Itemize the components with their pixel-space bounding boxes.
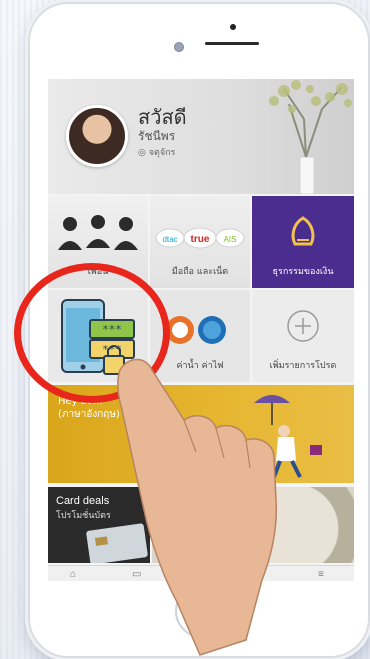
earpiece-speaker — [205, 42, 259, 45]
bottom-nav: ⌂ ▭ ⇄ △ ≡ — [48, 565, 354, 581]
highlight-circle — [14, 263, 170, 403]
bank-logo-icon — [291, 216, 315, 246]
camera-icon — [174, 42, 184, 52]
menu-label: ค่าน้ำ ค่าไฟ — [176, 361, 224, 371]
credit-card-icon — [86, 523, 148, 563]
menu-icon[interactable]: ≡ — [318, 569, 324, 580]
menu-tile-banking[interactable]: ธุรกรรมของเงิน — [252, 196, 354, 288]
card-icon[interactable]: ▭ — [132, 569, 141, 580]
card-deals-tile[interactable]: Card deals โปรโมชั่นบัตร — [48, 487, 150, 563]
svg-text:true: true — [191, 234, 210, 245]
food-promo-tile[interactable] — [152, 487, 354, 563]
menu-tile-add-favorite[interactable]: เพิ่มรายการโปรด — [252, 290, 354, 382]
people-icon — [58, 215, 138, 250]
menu-tile-mobile-topup[interactable]: true dtac AIS มือถือ และเน็ต — [150, 196, 250, 288]
plus-circle-icon — [287, 310, 319, 342]
menu-label: ธุรกรรมของเงิน — [272, 267, 334, 277]
home-icon[interactable]: ⌂ — [70, 569, 76, 580]
avatar[interactable] — [66, 105, 128, 167]
user-name: รัชนีพร — [138, 129, 176, 143]
location-text: ◎ จตุจักร — [138, 148, 176, 158]
menu-label: มือถือ และเน็ต — [171, 267, 229, 277]
phone-home-button[interactable] — [175, 584, 229, 638]
plant-decoration-icon — [269, 80, 352, 194]
transfer-icon[interactable]: ⇄ — [194, 569, 202, 580]
notification-icon[interactable]: △ — [256, 569, 264, 580]
svg-text:dtac: dtac — [162, 235, 177, 244]
svg-text:AIS: AIS — [224, 235, 237, 244]
front-sensor — [230, 24, 236, 30]
mobile-topup-icon: true dtac AIS — [155, 227, 245, 249]
profile-header: สวัสดี รัชนีพร ◎ จตุจักร — [48, 79, 354, 194]
menu-label: เพิ่มรายการโปรด — [269, 361, 337, 371]
